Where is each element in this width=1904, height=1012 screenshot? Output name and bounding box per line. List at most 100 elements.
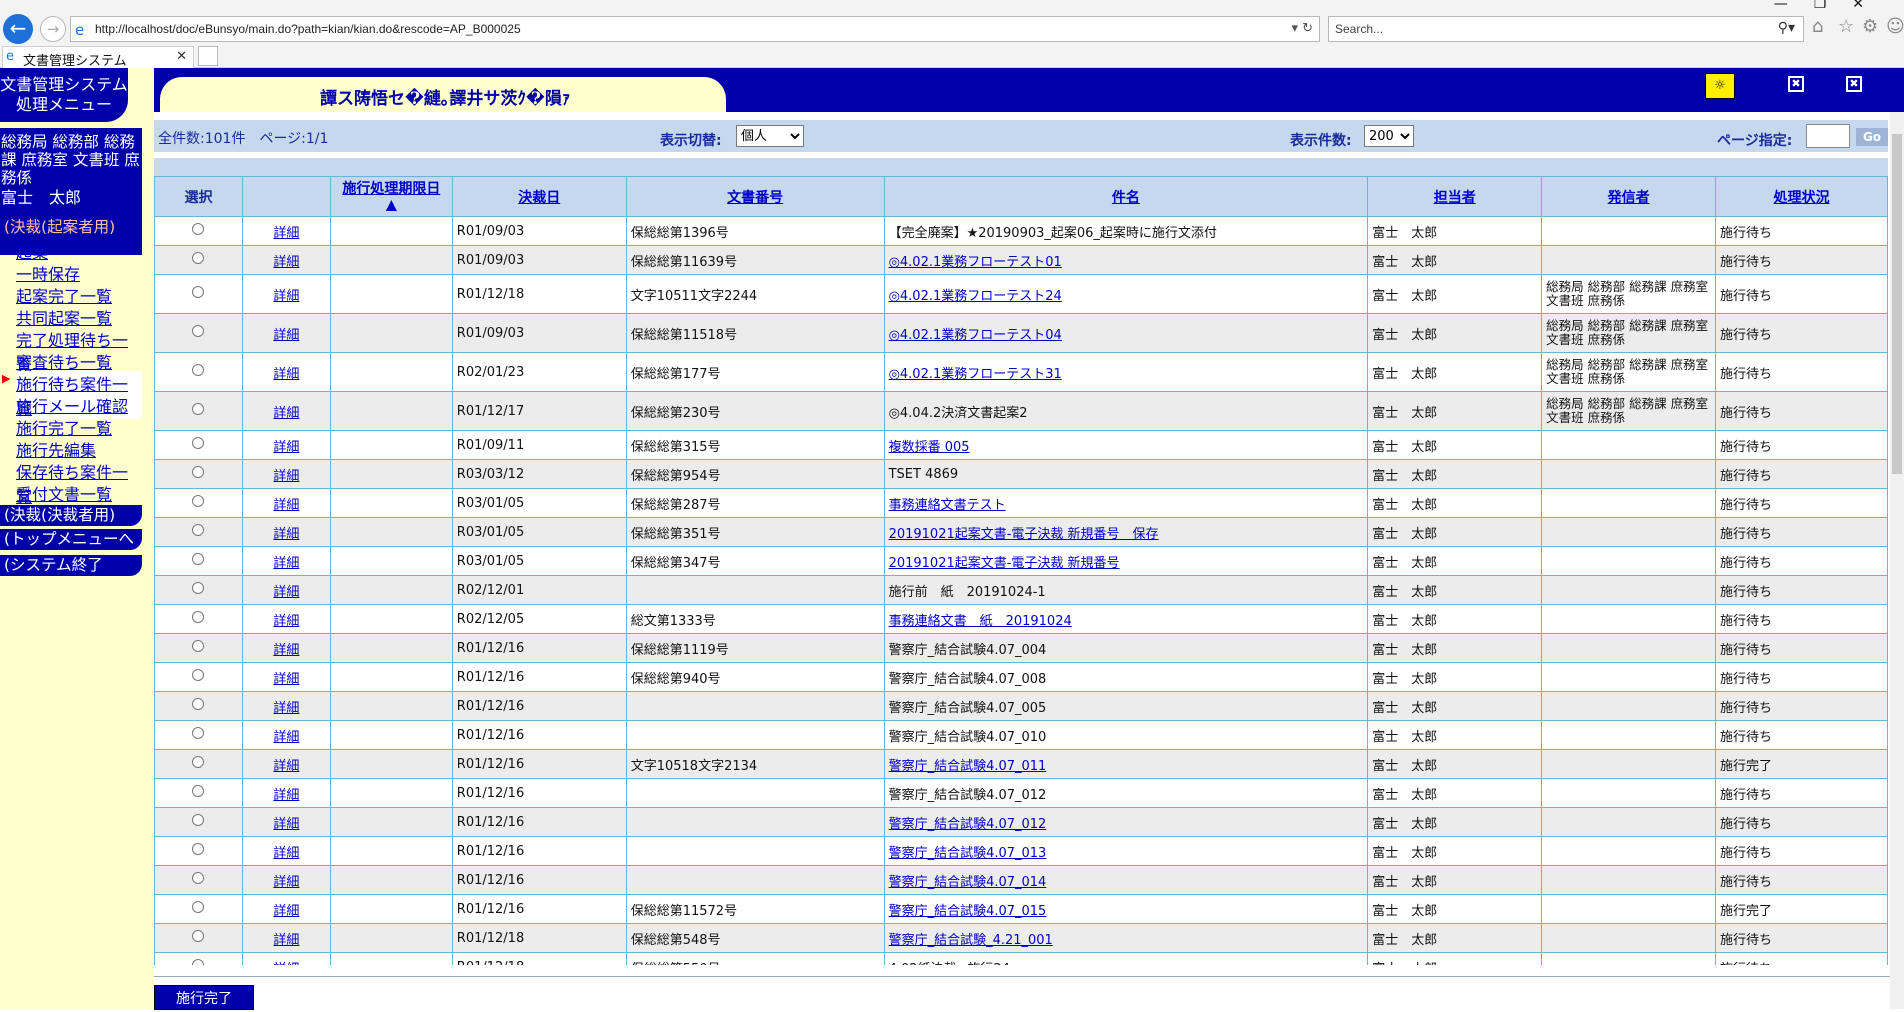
address-bar[interactable]: e http://localhost/doc/eBunsyo/main.do?p… — [70, 16, 1320, 42]
sidebar-item-execution-done[interactable]: 施行完了一覧 — [16, 415, 112, 439]
row-subject[interactable]: 警察庁_結合試験4.07_013 — [883, 836, 1369, 866]
display-count-select[interactable]: 200 — [1364, 125, 1414, 147]
search-icon[interactable]: ⚲▾ — [1778, 20, 1795, 36]
row-detail-link[interactable]: 詳細 — [241, 894, 331, 924]
search-placeholder[interactable]: Search... — [1335, 22, 1383, 36]
new-tab-button[interactable] — [198, 46, 218, 66]
col-deadline[interactable]: 施行処理期限日 ▲ — [329, 176, 453, 217]
row-select-radio[interactable] — [192, 814, 205, 826]
row-subject[interactable]: 事務連絡文書テスト — [883, 488, 1369, 518]
go-button[interactable]: Go — [1856, 128, 1888, 146]
row-select-radio[interactable] — [192, 223, 205, 235]
row-detail-link[interactable]: 詳細 — [241, 633, 331, 663]
row-detail-link[interactable]: 詳細 — [241, 391, 331, 431]
col-decision-date[interactable]: 決裁日 — [451, 176, 627, 217]
tab-close-icon[interactable]: ✕ — [176, 49, 187, 64]
row-detail-link[interactable]: 詳細 — [241, 245, 331, 275]
row-select-radio[interactable] — [192, 437, 205, 449]
col-status[interactable]: 処理状況 — [1715, 176, 1888, 217]
row-detail-link[interactable]: 詳細 — [241, 720, 331, 750]
view-switch-select[interactable]: 個人 — [736, 125, 804, 147]
row-detail-link[interactable]: 詳細 — [241, 952, 331, 965]
close-icon[interactable]: ✖ — [1846, 76, 1862, 92]
sidebar-item-kian[interactable]: 起案 — [16, 239, 48, 263]
row-select-radio[interactable] — [192, 252, 205, 264]
row-select-radio[interactable] — [192, 582, 205, 594]
row-subject[interactable]: 事務連絡文書 紙 20191024 — [883, 604, 1369, 634]
row-select-radio[interactable] — [192, 669, 205, 681]
row-subject[interactable]: 警察庁_結合試験4.07_015 — [883, 894, 1369, 924]
browser-tab[interactable]: e 文書管理システム ✕ — [2, 46, 194, 69]
row-detail-link[interactable]: 詳細 — [241, 604, 331, 634]
sidebar-item-destination-edit[interactable]: 施行先編集 — [16, 437, 96, 461]
row-select-radio[interactable] — [192, 901, 205, 913]
row-detail-link[interactable]: 詳細 — [241, 807, 331, 837]
sidebar-item-kian-done[interactable]: 起案完了一覧 — [16, 283, 112, 307]
row-select-radio[interactable] — [192, 959, 205, 965]
nav-section-kessai-kessai[interactable]: (決裁(決裁者用) — [0, 505, 142, 526]
row-select-radio[interactable] — [192, 930, 205, 942]
sidebar-item-review-wait[interactable]: 審査待ち一覧 — [16, 349, 112, 373]
row-detail-link[interactable]: 詳細 — [241, 216, 331, 246]
page-number-input[interactable] — [1806, 124, 1850, 148]
row-select-radio[interactable] — [192, 698, 205, 710]
row-detail-link[interactable]: 詳細 — [241, 923, 331, 953]
row-select-radio[interactable] — [192, 364, 205, 376]
row-detail-link[interactable]: 詳細 — [241, 459, 331, 489]
scrollbar[interactable] — [1890, 112, 1904, 1009]
row-subject[interactable]: ◎4.02.1業務フローテスト24 — [883, 274, 1369, 314]
row-select-radio[interactable] — [192, 286, 205, 298]
row-select-radio[interactable] — [192, 524, 205, 536]
row-select-radio[interactable] — [192, 756, 205, 768]
row-select-radio[interactable] — [192, 403, 205, 415]
sidebar-item-execution-mail[interactable]: 施行メール確認 — [16, 393, 128, 417]
row-detail-link[interactable]: 詳細 — [241, 691, 331, 721]
url-text[interactable]: http://localhost/doc/eBunsyo/main.do?pat… — [95, 22, 521, 36]
window-controls[interactable]: —❐✕ — [1774, 0, 1890, 12]
row-select-radio[interactable] — [192, 785, 205, 797]
row-select-radio[interactable] — [192, 495, 205, 507]
row-detail-link[interactable]: 詳細 — [241, 488, 331, 518]
row-detail-link[interactable]: 詳細 — [241, 778, 331, 808]
row-subject[interactable]: 20191021起案文書-電子決裁 新規番号 保存 — [883, 517, 1369, 547]
row-detail-link[interactable]: 詳細 — [241, 313, 331, 353]
row-detail-link[interactable]: 詳細 — [241, 517, 331, 547]
forward-arrow-icon[interactable]: → — [40, 16, 66, 42]
row-detail-link[interactable]: 詳細 — [241, 662, 331, 692]
home-icon[interactable]: ⌂ — [1812, 16, 1823, 37]
sidebar-item-temp-save[interactable]: 一時保存 — [16, 261, 80, 285]
nav-section-top-menu[interactable]: (トップメニューへ — [0, 529, 142, 550]
row-subject[interactable]: 警察庁_結合試験4.07_012 — [883, 807, 1369, 837]
row-subject[interactable]: 警察庁_結合試験_4.21_001 — [883, 923, 1369, 953]
row-subject[interactable]: 警察庁_結合試験4.07_014 — [883, 865, 1369, 895]
smiley-feedback-icon[interactable]: ☺ — [1886, 16, 1904, 37]
row-detail-link[interactable]: 詳細 — [241, 865, 331, 895]
back-arrow-icon[interactable]: ← — [3, 14, 33, 44]
row-select-radio[interactable] — [192, 553, 205, 565]
row-select-radio[interactable] — [192, 727, 205, 739]
row-select-radio[interactable] — [192, 872, 205, 884]
refresh-icon[interactable]: ▾ ↻ — [1291, 21, 1313, 36]
row-subject[interactable]: ◎4.02.1業務フローテスト04 — [883, 313, 1369, 353]
row-detail-link[interactable]: 詳細 — [241, 430, 331, 460]
col-sender[interactable]: 発信者 — [1541, 176, 1717, 217]
row-detail-link[interactable]: 詳細 — [241, 749, 331, 779]
execution-complete-button[interactable]: 施行完了 — [154, 985, 254, 1010]
col-assignee[interactable]: 担当者 — [1367, 176, 1543, 217]
row-detail-link[interactable]: 詳細 — [241, 575, 331, 605]
col-deadline-label[interactable]: 施行処理期限日 — [342, 181, 440, 197]
col-doc-number[interactable]: 文書番号 — [625, 176, 885, 217]
row-subject[interactable]: 警察庁_結合試験4.07_011 — [883, 749, 1369, 779]
row-detail-link[interactable]: 詳細 — [241, 836, 331, 866]
help-icon[interactable]: ☼ — [1705, 73, 1735, 99]
settings-gear-icon[interactable]: ⚙ — [1862, 16, 1878, 37]
minimize-icon[interactable]: ✖ — [1788, 76, 1804, 92]
sidebar-item-received-docs[interactable]: 受付文書一覧 — [16, 481, 112, 505]
tab-title[interactable]: 文書管理システム — [23, 50, 127, 69]
nav-section-system-exit[interactable]: (システム終了 — [0, 555, 142, 576]
row-detail-link[interactable]: 詳細 — [241, 352, 331, 392]
favorites-star-icon[interactable]: ☆ — [1838, 16, 1854, 37]
row-subject[interactable]: 20191021起案文書-電子決裁 新規番号 — [883, 546, 1369, 576]
sort-asc-icon[interactable]: ▲ — [386, 197, 397, 213]
row-select-radio[interactable] — [192, 843, 205, 855]
